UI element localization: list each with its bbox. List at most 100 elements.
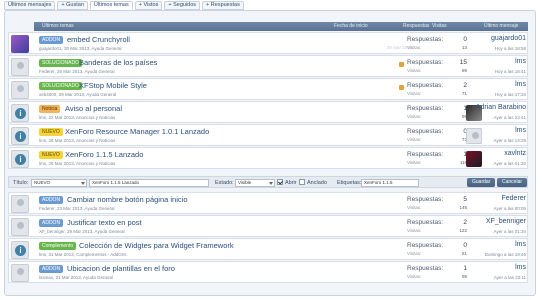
last-post-user[interactable]: lms (515, 241, 526, 248)
avatar[interactable] (11, 264, 29, 282)
thread-prefix[interactable]: SOLUCIONADO (39, 82, 82, 90)
avatar[interactable] (11, 104, 29, 122)
last-post-date[interactable]: Ayer a las 00:05 (494, 206, 526, 211)
avatar[interactable] (11, 150, 29, 168)
thread-row[interactable]: Complemento Colección de Widgtes para Wi… (8, 238, 528, 260)
thread-prefix[interactable]: SOLUCIONADO (39, 59, 82, 67)
tab-replies[interactable]: + Respuestas (202, 1, 244, 10)
last-post-date[interactable]: Hoy a las 18:58 (495, 46, 526, 51)
prefix-select-value: NUEVO (34, 180, 51, 185)
last-post-user[interactable]: Adrian Barabino (476, 104, 526, 111)
thread-row[interactable]: ADDON embed Crunchyroll guajardo01, 30 M… (8, 32, 528, 54)
last-post-avatar[interactable] (466, 128, 482, 144)
thread-row[interactable]: ADDON Justificar texto en post XF_bennig… (8, 215, 528, 237)
header-title[interactable]: Últimos temas (42, 22, 74, 31)
chevron-down-icon (81, 182, 85, 185)
thread-prefix[interactable]: ADDON (39, 196, 64, 204)
avatar[interactable] (11, 218, 29, 236)
last-post-date[interactable]: Ayer a las 23:41 (494, 115, 526, 120)
thread-title[interactable]: Cambiar nombre botón página inicio (67, 195, 188, 205)
views-label: Visitas: (407, 205, 422, 210)
avatar[interactable] (11, 35, 29, 53)
tags-input-value: XenForo 1.1.5 (364, 180, 393, 185)
last-post: lms Ayer a las 13:29 (466, 125, 529, 147)
avatar[interactable] (11, 58, 29, 76)
replies-label: Respuestas: (407, 151, 444, 158)
thread-row[interactable]: ADDON Ubicacion de plantillas en el foro… (8, 261, 528, 283)
thread-meta: guajardo01, 30 Mar 2013, Ayuda General (39, 46, 122, 51)
thread-prefix[interactable]: Noticia (39, 105, 61, 113)
prefix-select[interactable]: NUEVO (31, 179, 87, 187)
state-select[interactable]: Visible (235, 179, 275, 187)
last-post: lms Domingo a las 19:46 (466, 239, 529, 261)
thread-row[interactable]: SOLUCIONADO XFStop Mobile Style xeb4000,… (8, 78, 528, 100)
thread-meta: lms, 22 Mar 2013, Anuncios y Noticias (39, 115, 116, 120)
last-post-user[interactable]: lms (515, 264, 526, 271)
thread-prefix[interactable]: NUEVO (39, 128, 63, 136)
thread-row[interactable]: ADDON Cambiar nombre botón página inicio… (8, 192, 528, 214)
last-post-user[interactable]: xavlntz (504, 150, 526, 157)
last-post-user[interactable]: Federer (501, 195, 526, 202)
cancel-button[interactable]: Cancelar (497, 178, 528, 187)
thread-title[interactable]: embed Crunchyroll (67, 35, 130, 45)
avatar[interactable] (11, 81, 29, 99)
thread-row[interactable]: NUEVO XenForo 1.1.5 Lanzado lms, 25 Mar … (8, 147, 528, 169)
thread-prefix[interactable]: NUEVO (39, 151, 63, 159)
prefix-label: Título: (13, 180, 29, 186)
thread-title[interactable]: Banderas de los países (79, 58, 157, 68)
thread-prefix[interactable]: Complemento (39, 242, 77, 250)
thread-title[interactable]: Aviso al personal (65, 104, 122, 114)
thread-title[interactable]: XenForo Resource Manager 1.0.1 Lanzado (65, 127, 209, 137)
avatar[interactable] (11, 195, 29, 213)
last-post: lms Hoy a las 18:41 (466, 56, 529, 78)
header-start-date[interactable]: Fecha de inicio (334, 22, 368, 31)
tab-liked[interactable]: + Gustan (57, 1, 88, 10)
title-input[interactable]: XenForo 1.1.5 Lanzado (89, 179, 209, 187)
header-last-post[interactable]: Último mensaje (484, 22, 518, 31)
last-post-date[interactable]: Hoy a las 17:34 (495, 92, 526, 97)
save-button[interactable]: Guardar (467, 178, 496, 187)
lock-icon (399, 62, 404, 67)
tags-input[interactable]: XenForo 1.1.5 (361, 179, 419, 187)
thread-title[interactable]: Justificar texto en post (67, 218, 142, 228)
sticky-checkbox[interactable] (299, 179, 305, 185)
last-post-user[interactable]: lms (515, 81, 526, 88)
avatar[interactable] (11, 127, 29, 145)
last-post-date[interactable]: Ayer a las 01:34 (494, 229, 526, 234)
last-post-date[interactable]: Ayer a las 23:11 (494, 275, 526, 280)
open-checkbox[interactable] (277, 179, 283, 185)
tab-most-viewed[interactable]: + Vistos (134, 1, 163, 10)
last-post-date[interactable]: Ayer a las 01:20 (494, 161, 526, 166)
header-views[interactable]: Visitas (432, 22, 447, 31)
last-post-date[interactable]: Ayer a las 13:29 (494, 138, 526, 143)
tab-latest-posts[interactable]: Últimos mensajes (4, 1, 56, 10)
thread-prefix[interactable]: ADDON (39, 265, 64, 273)
thread-prefix[interactable]: ADDON (39, 36, 64, 44)
last-post: guajardo01 Hoy a las 18:58 (466, 33, 529, 55)
thread-row[interactable]: SOLUCIONADO Banderas de los países Feder… (8, 55, 528, 77)
views-label: Visitas: (407, 228, 422, 233)
last-post: xavlntz Ayer a las 01:20 (466, 148, 529, 170)
thread-row[interactable]: NUEVO XenForo Resource Manager 1.0.1 Lan… (8, 124, 528, 146)
last-post-date[interactable]: Hoy a las 18:41 (495, 69, 526, 74)
last-post-avatar[interactable] (466, 151, 482, 167)
header-replies[interactable]: Respuestas (403, 22, 429, 31)
thread-prefix[interactable]: ADDON (39, 219, 64, 227)
last-post: Federer Ayer a las 00:05 (466, 193, 529, 215)
last-post-user[interactable]: guajardo01 (491, 35, 526, 42)
views-label: Visitas: (407, 137, 422, 142)
thread-title[interactable]: XenForo 1.1.5 Lanzado (65, 150, 143, 160)
last-post-user[interactable]: XF_benniger (486, 218, 526, 225)
thread-title[interactable]: XFStop Mobile Style (79, 81, 147, 91)
thread-title[interactable]: Colección de Widgtes para Widget Framewo… (79, 241, 234, 251)
last-post-date[interactable]: Domingo a las 19:46 (485, 252, 526, 257)
thread-row[interactable]: Noticia Aviso al personal lms, 22 Mar 20… (8, 101, 528, 123)
replies-label: Respuestas: (407, 242, 444, 249)
state-select-value: Visible (238, 180, 252, 185)
last-post-user[interactable]: lms (515, 127, 526, 134)
last-post-user[interactable]: lms (515, 58, 526, 65)
thread-title[interactable]: Ubicacion de plantillas en el foro (67, 264, 175, 274)
tab-latest-threads[interactable]: Últimos temas (89, 1, 133, 10)
tab-followed[interactable]: + Seguidos (164, 1, 201, 10)
avatar[interactable] (11, 241, 29, 259)
